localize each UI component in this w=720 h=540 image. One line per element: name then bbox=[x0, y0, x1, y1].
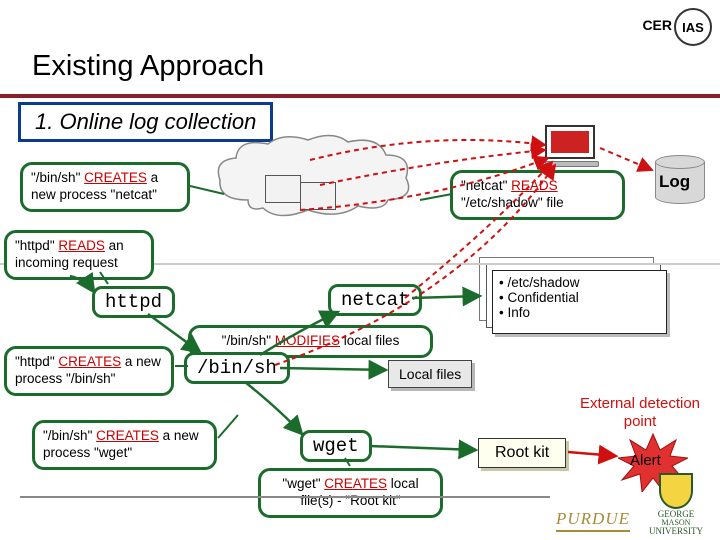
logo-cer-ias: CERIAS bbox=[642, 6, 712, 44]
node-httpd: httpd bbox=[92, 286, 175, 318]
info-confidential-files: • /etc/shadow • Confidential • Info bbox=[492, 270, 667, 334]
node-binsh: /bin/sh bbox=[184, 352, 290, 384]
node-rootkit: Root kit bbox=[478, 438, 566, 468]
callout-netcat-reads-shadow: "netcat" READS "/etc/shadow" file bbox=[450, 170, 625, 220]
logo-purdue: PURDUE bbox=[556, 509, 630, 532]
slide-title: Existing Approach bbox=[32, 50, 264, 83]
log-computer-icon bbox=[545, 125, 600, 167]
footer-divider bbox=[20, 496, 550, 498]
logo-george-mason: GEORGE MASON UNIVERSITY bbox=[636, 473, 716, 536]
cloud-server-icon bbox=[265, 175, 301, 203]
node-netcat: netcat bbox=[328, 284, 422, 316]
title-underline bbox=[0, 94, 720, 98]
node-local-files: Local files bbox=[388, 360, 472, 388]
label-external-detection: External detection point bbox=[570, 395, 710, 431]
callout-binsh-creates-wget: "/bin/sh" CREATES a new process "wget" bbox=[32, 420, 217, 470]
log-label: Log bbox=[659, 172, 690, 192]
callout-httpd-creates-binsh: "httpd" CREATES a new process "/bin/sh" bbox=[4, 346, 174, 396]
callout-httpd-reads: "httpd" READS an incoming request bbox=[4, 230, 154, 280]
callout-binsh-creates-netcat: "/bin/sh" CREATES a new process "netcat" bbox=[20, 162, 190, 212]
node-wget: wget bbox=[300, 430, 372, 462]
callout-wget-creates-rootkit: "wget" CREATES local file(s) - "Root kit… bbox=[258, 468, 443, 518]
alert-label: Alert bbox=[630, 452, 661, 469]
cloud-server-icon bbox=[300, 182, 336, 210]
